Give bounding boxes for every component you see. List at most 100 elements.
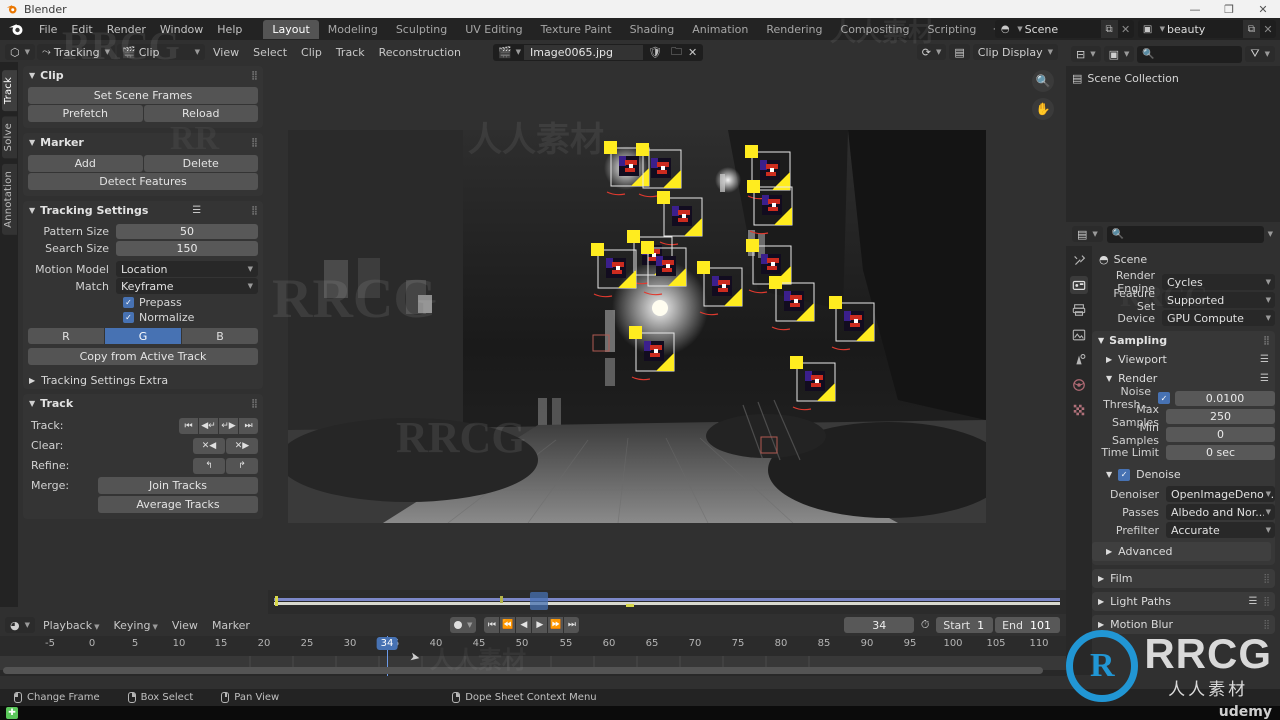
timeline-menu-playback[interactable]: Playback ▼: [37, 618, 105, 633]
workspace-tab-texture-paint[interactable]: Texture Paint: [532, 20, 621, 39]
device-dropdown[interactable]: GPU Compute ▼: [1162, 310, 1275, 326]
clip-view-selector[interactable]: 🎬 Clip ▼: [117, 44, 205, 60]
channel-g-toggle[interactable]: G: [105, 328, 181, 344]
panel-sampling-header[interactable]: ▼ Sampling ⣿: [1092, 331, 1275, 350]
output-tab[interactable]: [1070, 301, 1088, 319]
passes-dropdown[interactable]: Albedo and Nor... ▼: [1166, 504, 1275, 520]
noise-threshold-input[interactable]: 0.0100: [1175, 390, 1275, 406]
outliner-editor-type[interactable]: ⊟ ▼: [1071, 46, 1101, 62]
track-marker[interactable]: [746, 239, 792, 294]
menu-help[interactable]: Help: [210, 21, 249, 38]
close-button[interactable]: ✕: [1246, 0, 1280, 18]
jump-to-end-button[interactable]: ⏭: [564, 617, 580, 633]
clip-menu-view[interactable]: View: [207, 45, 245, 60]
workspace-tab-rendering[interactable]: Rendering: [757, 20, 831, 39]
normalize-row[interactable]: ✓ Normalize: [28, 311, 258, 324]
prepass-checkbox[interactable]: ✓: [123, 297, 134, 308]
normalize-checkbox[interactable]: ✓: [123, 312, 134, 323]
average-tracks-button[interactable]: Average Tracks: [98, 496, 258, 513]
timeline-ruler[interactable]: -505101520253035404550556065707580859095…: [0, 636, 1066, 656]
timeline-editor-type[interactable]: ◕ ▼: [5, 617, 35, 633]
editor-type-selector[interactable]: ⬡ ▼: [5, 44, 35, 60]
new-view-layer-button[interactable]: ⧉: [1243, 20, 1260, 38]
track-to-start-button[interactable]: ⏮: [179, 417, 198, 434]
subpanel-advanced-header[interactable]: ▶ Advanced: [1092, 542, 1271, 561]
maximize-button[interactable]: ❐: [1212, 0, 1246, 18]
menu-window[interactable]: Window: [153, 21, 210, 38]
denoise-checkbox[interactable]: ✓: [1118, 468, 1131, 481]
zoom-icon[interactable]: 🔍: [1032, 70, 1054, 92]
search-size-input[interactable]: 150: [116, 240, 258, 256]
panel-marker-header[interactable]: ▼ Marker ⣿: [23, 133, 263, 152]
time-limit-input[interactable]: 0 sec: [1166, 444, 1275, 460]
prepass-row[interactable]: ✓ Prepass: [28, 296, 258, 309]
next-keyframe-button[interactable]: ⏩: [548, 617, 564, 633]
outliner-item-scene-collection[interactable]: ▤ Scene Collection: [1072, 70, 1280, 87]
track-marker[interactable]: [697, 261, 743, 316]
clear-before-button[interactable]: ✕◀: [193, 437, 225, 454]
clip-mode-selector[interactable]: ⤳ Tracking ▼: [37, 44, 115, 60]
copy-from-active-track-button[interactable]: Copy from Active Track: [28, 348, 258, 365]
timeline-menu-view[interactable]: View: [166, 618, 204, 633]
properties-editor-type[interactable]: ▤ ▼: [1072, 226, 1103, 242]
subpanel-denoise-header[interactable]: ▼ ✓ Denoise: [1092, 465, 1275, 484]
track-forwards-button[interactable]: ↵▶: [219, 417, 238, 434]
minimize-button[interactable]: —: [1178, 0, 1212, 18]
clear-after-button[interactable]: ✕▶: [226, 437, 258, 454]
end-frame-input[interactable]: End 101: [995, 617, 1060, 633]
previous-keyframe-button[interactable]: ⏪: [500, 617, 516, 633]
properties-search-input[interactable]: 🔍: [1106, 225, 1264, 243]
refine-backwards-button[interactable]: ↰: [193, 457, 225, 474]
unlink-scene-button[interactable]: ✕: [1118, 20, 1134, 38]
tool-tab-solve[interactable]: Solve: [2, 116, 17, 159]
timeline-menu-keying[interactable]: Keying ▼: [107, 618, 163, 633]
outliner-display-mode[interactable]: ▣ ▼: [1103, 46, 1135, 62]
refine-forwards-button[interactable]: ↱: [226, 457, 258, 474]
scene-selector[interactable]: ◓ ▼ Scene ⧉ ✕: [995, 20, 1134, 38]
view-layer-selector[interactable]: ▣ ▼ beauty ⧉ ✕: [1137, 20, 1276, 38]
chevron-down-icon[interactable]: ▼: [1268, 230, 1280, 238]
track-marker-unselected[interactable]: [592, 334, 610, 352]
workspace-tab-shading[interactable]: Shading: [621, 20, 684, 39]
track-backwards-button[interactable]: ◀↵: [199, 417, 218, 434]
panel-clip-header[interactable]: ▼ Clip ⣿: [23, 66, 263, 85]
outliner-tree[interactable]: ▤ Scene Collection: [1066, 66, 1280, 222]
clip-display-menu[interactable]: Clip Display ▼: [972, 44, 1058, 60]
texture-tab[interactable]: [1070, 401, 1088, 419]
jump-to-start-button[interactable]: ⏮: [484, 617, 500, 633]
set-scene-frames-button[interactable]: Set Scene Frames: [28, 87, 258, 104]
presets-list-icon[interactable]: ☰: [192, 205, 201, 216]
track-marker-unselected[interactable]: [760, 436, 778, 454]
feature-set-dropdown[interactable]: Supported ▼: [1162, 292, 1275, 308]
stopwatch-icon[interactable]: ⏱: [916, 618, 934, 632]
tool-tab-track[interactable]: Track: [2, 70, 17, 112]
panel-tracking-settings-header[interactable]: ▼ Tracking Settings ☰ ⣿: [23, 201, 263, 220]
min-samples-input[interactable]: 0: [1166, 426, 1275, 442]
max-samples-input[interactable]: 250: [1166, 408, 1275, 424]
workspace-tab-modeling[interactable]: Modeling: [319, 20, 387, 39]
track-to-end-button[interactable]: ⏭: [239, 417, 258, 434]
workspace-tab-scripting[interactable]: Scripting: [918, 20, 985, 39]
clip-datablock-selector[interactable]: 🎬 ▼ Image0065.jpg 🛡 🗀 ✕: [492, 43, 704, 62]
clip-playhead[interactable]: [530, 592, 548, 610]
x-icon[interactable]: ✕: [686, 46, 703, 59]
channel-r-toggle[interactable]: R: [28, 328, 104, 344]
folder-icon[interactable]: 🗀: [667, 43, 686, 62]
render-tab[interactable]: [1070, 276, 1088, 294]
denoiser-dropdown[interactable]: OpenImageDeno... ▼: [1166, 486, 1275, 502]
auto-keying-toggle[interactable]: ▼: [450, 617, 477, 633]
reload-button[interactable]: Reload: [143, 105, 258, 122]
track-marker[interactable]: [591, 243, 637, 298]
outliner-filter-button[interactable]: ⛛ ▼: [1245, 46, 1275, 62]
marker-delete-button[interactable]: Delete: [143, 155, 258, 172]
world-tab[interactable]: [1070, 376, 1088, 394]
tool-tab[interactable]: [1070, 251, 1088, 269]
timeline-menu-marker[interactable]: Marker: [206, 618, 256, 633]
scene-tab[interactable]: [1070, 351, 1088, 369]
detect-features-button[interactable]: Detect Features: [28, 173, 258, 190]
taskbar-app-icon[interactable]: ✚: [6, 707, 18, 719]
clip-menu-reconstruction[interactable]: Reconstruction: [373, 45, 467, 60]
current-frame-input[interactable]: 34: [844, 617, 915, 633]
clip-menu-clip[interactable]: Clip: [295, 45, 328, 60]
panel-light-paths-header[interactable]: ▶ Light Paths ☰ ⣿: [1092, 592, 1275, 611]
